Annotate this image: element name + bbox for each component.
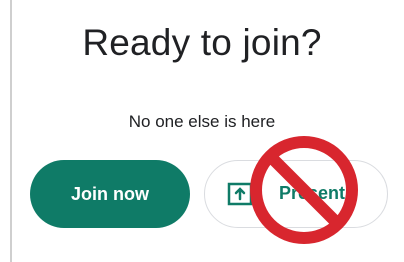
present-button[interactable]: Present	[204, 160, 388, 228]
join-now-button[interactable]: Join now	[30, 160, 190, 228]
join-screen: Ready to join? No one else is here Join …	[0, 0, 404, 262]
page-title: Ready to join?	[82, 22, 322, 63]
present-screen-icon	[227, 182, 253, 206]
present-label: Present	[279, 183, 346, 203]
join-now-label: Join now	[71, 183, 149, 204]
status-text: No one else is here	[128, 112, 276, 131]
